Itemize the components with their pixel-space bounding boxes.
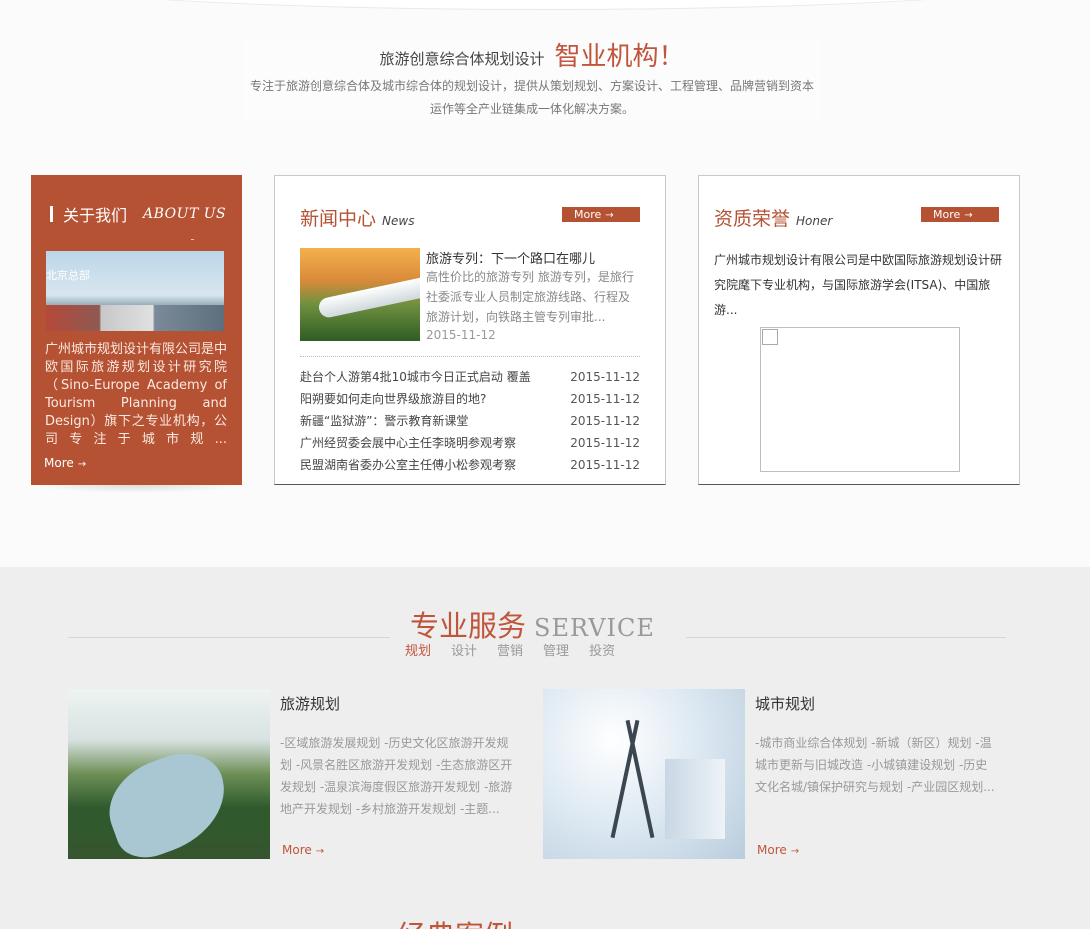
arrow-right-icon: → bbox=[964, 210, 973, 221]
about-us-photo-label: 北京总部 bbox=[46, 269, 90, 282]
intro-heading: 旅游创意综合体规划设计 智业机构！ bbox=[243, 38, 821, 72]
featured-news-desc: 高性价比的旅游专列 旅游专列，是旅行社委派专业人员制定旅游线路、行程及旅游计划，… bbox=[426, 270, 634, 324]
compass-leg bbox=[610, 719, 640, 839]
compass-leg bbox=[625, 719, 655, 839]
about-us-title: 关于我们 bbox=[63, 206, 128, 225]
arrow-right-icon: → bbox=[605, 210, 614, 221]
news-list-item[interactable]: 民盟湖南省委办公室主任傅小松参观考察 2015-11-12 bbox=[300, 454, 640, 476]
top-curve-divider bbox=[0, 0, 1090, 10]
cases-section-title: 经典案例 bbox=[397, 921, 513, 929]
service-heading: 专业服务 SERVICE bbox=[410, 603, 655, 645]
intro-small-title: 旅游创意综合体规划设计 bbox=[379, 50, 545, 68]
more-label: More bbox=[282, 843, 312, 857]
about-us-title-en: ABOUT US bbox=[143, 206, 227, 222]
arrow-right-icon: → bbox=[790, 846, 800, 857]
more-label: More bbox=[574, 208, 602, 221]
news-more-button[interactable]: More → bbox=[562, 207, 640, 222]
building-shape bbox=[665, 759, 725, 839]
news-item-title: 广州经贸委会展中心主任李晓明参观考察 bbox=[300, 436, 517, 450]
tab-investment[interactable]: 投资 bbox=[589, 640, 615, 659]
about-us-text: 广州城市规划设计有限公司是中欧国际旅游规划设计研究院（Sino-Europe A… bbox=[45, 342, 227, 447]
tab-marketing[interactable]: 营销 bbox=[497, 640, 523, 659]
more-label: More bbox=[757, 843, 787, 857]
intro-description: 专注于旅游创意综合体及城市综合体的规划设计，提供从策划规划、方案设计、工程管理、… bbox=[249, 79, 814, 116]
photo-buildings bbox=[46, 305, 224, 331]
tourism-planning-desc: -区域旅游发展规划 -历史文化区旅游开发规划 -风景名胜区旅游开发规划 -生态旅… bbox=[280, 736, 513, 816]
honor-more-button[interactable]: More → bbox=[921, 207, 999, 222]
honor-text: 广州城市规划设计有限公司是中欧国际旅游规划设计研究院麾下专业机构，与国际旅游学会… bbox=[714, 253, 1003, 317]
news-item-date: 2015-11-12 bbox=[570, 436, 640, 450]
arrow-right-icon: → bbox=[77, 459, 87, 470]
service-title-en: SERVICE bbox=[534, 614, 655, 642]
more-label: More bbox=[44, 456, 74, 470]
featured-news-date: 2015-11-12 bbox=[426, 328, 496, 342]
news-item-date: 2015-11-12 bbox=[570, 458, 640, 472]
news-item-title: 阳朔要如何走向世界级旅游目的地? bbox=[300, 392, 487, 406]
news-center-title-en: News bbox=[382, 214, 415, 228]
news-list-item[interactable]: 赴台个人游第4批10城市今日正式启动 覆盖 2015-11-12 bbox=[300, 366, 640, 388]
about-us-panel: 关于我们 ABOUT US 北京总部 广州城市规划设计有限公司是中欧国际旅游规划… bbox=[31, 175, 242, 485]
urban-planning-more-link[interactable]: More → bbox=[757, 843, 799, 857]
about-us-heading: 关于我们 ABOUT US bbox=[50, 202, 226, 226]
featured-news-image[interactable] bbox=[300, 248, 420, 341]
service-title: 专业服务 bbox=[410, 609, 527, 643]
service-tabs: 规划 设计 营销 管理 投资 bbox=[405, 640, 635, 659]
arrow-right-icon: → bbox=[315, 846, 325, 857]
honor-heading: 资质荣誉 Honer bbox=[714, 204, 832, 231]
tab-management[interactable]: 管理 bbox=[543, 640, 569, 659]
honor-image[interactable] bbox=[760, 327, 960, 472]
honor-title: 资质荣誉 bbox=[714, 208, 791, 230]
urban-planning-title[interactable]: 城市规划 bbox=[755, 693, 815, 714]
news-list: 赴台个人游第4批10城市今日正式启动 覆盖 2015-11-12 阳朔要如何走向世… bbox=[300, 366, 640, 476]
intro-banner: 旅游创意综合体规划设计 智业机构！ 专注于旅游创意综合体及城市综合体的规划设计，… bbox=[243, 38, 821, 120]
honor-card: 资质荣誉 Honer More → 广州城市规划设计有限公司是中欧国际旅游规划设计… bbox=[698, 175, 1020, 485]
urban-planning-desc: -城市商业综合体规划 -新城（新区）规划 -温城市更新与旧城改造 -小城镇建设规… bbox=[755, 736, 995, 794]
tourism-planning-more-link[interactable]: More → bbox=[282, 843, 324, 857]
news-list-item[interactable]: 广州经贸委会展中心主任李晓明参观考察 2015-11-12 bbox=[300, 432, 640, 454]
news-item-title: 赴台个人游第4批10城市今日正式启动 覆盖 bbox=[300, 370, 531, 384]
service-section: 专业服务 SERVICE 规划 设计 营销 管理 投资 旅游规划 -区域旅游发展… bbox=[0, 567, 1090, 929]
heading-dot bbox=[191, 239, 194, 240]
news-center-heading: 新闻中心 News bbox=[300, 204, 414, 231]
news-divider bbox=[300, 356, 640, 357]
news-item-date: 2015-11-12 bbox=[570, 392, 640, 406]
urban-planning-image[interactable] bbox=[543, 689, 745, 859]
tourism-planning-image[interactable] bbox=[68, 689, 270, 859]
news-center-title: 新闻中心 bbox=[300, 208, 377, 230]
news-item-title: 民盟湖南省委办公室主任傅小松参观考察 bbox=[300, 458, 517, 472]
news-list-item[interactable]: 新疆“监狱游”：警示教育新课堂 2015-11-12 bbox=[300, 410, 640, 432]
intro-big-title: 智业机构！ bbox=[554, 42, 685, 72]
honor-title-en: Honer bbox=[796, 214, 833, 228]
broken-image-icon bbox=[762, 329, 778, 345]
tab-design[interactable]: 设计 bbox=[451, 640, 477, 659]
river-shape bbox=[96, 741, 240, 859]
news-item-date: 2015-11-12 bbox=[570, 370, 640, 384]
news-list-item[interactable]: 阳朔要如何走向世界级旅游目的地? 2015-11-12 bbox=[300, 388, 640, 410]
heading-bar bbox=[50, 206, 53, 222]
news-item-date: 2015-11-12 bbox=[570, 414, 640, 428]
about-us-shadow bbox=[31, 485, 242, 493]
tourism-planning-title[interactable]: 旅游规划 bbox=[280, 693, 340, 714]
featured-news-title[interactable]: 旅游专列：下一个路口在哪儿 bbox=[426, 248, 595, 267]
tab-planning[interactable]: 规划 bbox=[405, 640, 431, 659]
news-item-title: 新疆“监狱游”：警示教育新课堂 bbox=[300, 414, 469, 428]
train-shape bbox=[317, 276, 420, 320]
news-center-card: 新闻中心 News More → 旅游专列：下一个路口在哪儿 高性价比的旅游专列 … bbox=[274, 175, 666, 485]
about-us-more-link[interactable]: More → bbox=[44, 456, 86, 470]
more-label: More bbox=[933, 208, 961, 221]
service-right-line bbox=[686, 637, 1006, 638]
service-left-line bbox=[68, 637, 390, 638]
about-us-photo[interactable]: 北京总部 bbox=[46, 251, 224, 331]
